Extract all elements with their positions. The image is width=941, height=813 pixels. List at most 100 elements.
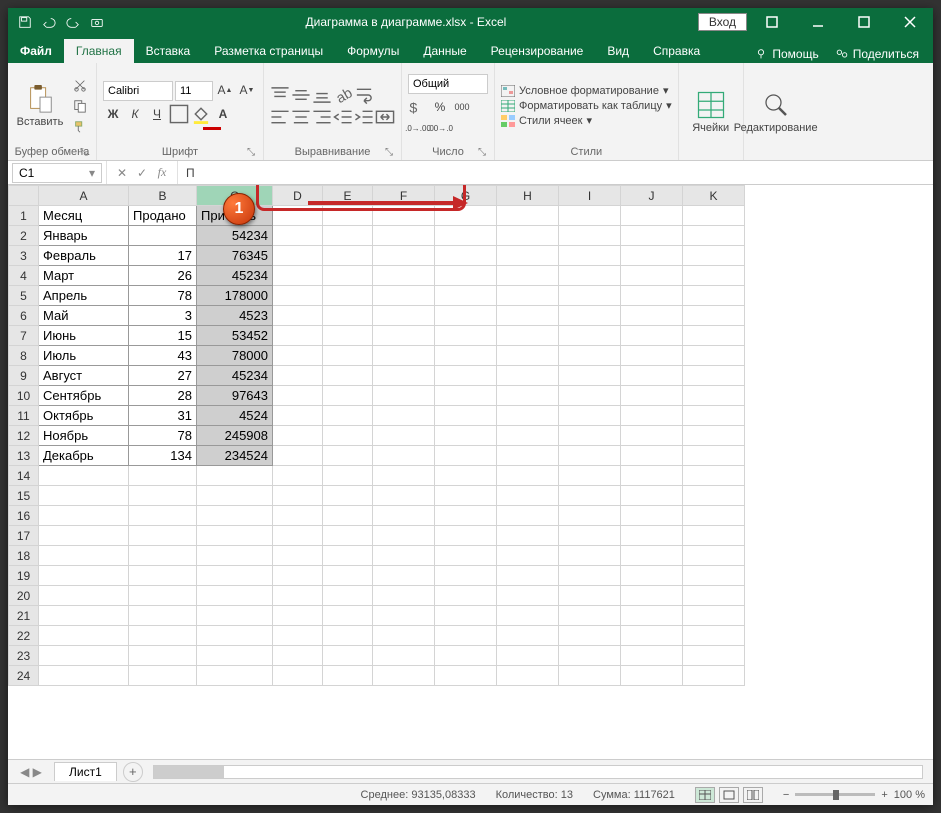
increase-decimal-icon[interactable]: .0→.00 xyxy=(408,120,428,138)
cell-G2[interactable] xyxy=(435,226,497,246)
cell-G8[interactable] xyxy=(435,346,497,366)
cell-K6[interactable] xyxy=(683,306,745,326)
row-header-16[interactable]: 16 xyxy=(9,506,39,526)
paste-button[interactable]: Вставить xyxy=(14,71,66,141)
tab-home[interactable]: Главная xyxy=(64,39,134,63)
tab-page-layout[interactable]: Разметка страницы xyxy=(202,39,335,63)
cell-J22[interactable] xyxy=(621,626,683,646)
row-header-23[interactable]: 23 xyxy=(9,646,39,666)
orientation-icon[interactable]: ab xyxy=(333,86,353,104)
cell-G3[interactable] xyxy=(435,246,497,266)
cell-I7[interactable] xyxy=(559,326,621,346)
cell-E7[interactable] xyxy=(323,326,373,346)
cell-H7[interactable] xyxy=(497,326,559,346)
cell-F13[interactable] xyxy=(373,446,435,466)
cell-B2[interactable] xyxy=(129,226,197,246)
cell-D5[interactable] xyxy=(273,286,323,306)
italic-button[interactable]: К xyxy=(125,105,145,123)
cell-J3[interactable] xyxy=(621,246,683,266)
cell-C16[interactable] xyxy=(197,506,273,526)
cell-E21[interactable] xyxy=(323,606,373,626)
font-color-icon[interactable]: A xyxy=(213,105,233,123)
cut-icon[interactable] xyxy=(70,76,90,94)
cell-E2[interactable] xyxy=(323,226,373,246)
cell-C11[interactable]: 4524 xyxy=(197,406,273,426)
cell-D8[interactable] xyxy=(273,346,323,366)
cell-E11[interactable] xyxy=(323,406,373,426)
row-header-11[interactable]: 11 xyxy=(9,406,39,426)
cell-J15[interactable] xyxy=(621,486,683,506)
row-header-10[interactable]: 10 xyxy=(9,386,39,406)
align-top-icon[interactable] xyxy=(270,86,290,104)
align-right-icon[interactable] xyxy=(312,108,332,126)
cell-B16[interactable] xyxy=(129,506,197,526)
camera-icon[interactable] xyxy=(86,11,108,33)
cell-K16[interactable] xyxy=(683,506,745,526)
cell-A1[interactable]: Месяц xyxy=(39,206,129,226)
row-header-5[interactable]: 5 xyxy=(9,286,39,306)
formula-input[interactable]: П xyxy=(178,166,933,180)
cell-F12[interactable] xyxy=(373,426,435,446)
row-header-13[interactable]: 13 xyxy=(9,446,39,466)
spreadsheet-grid[interactable]: ABCDEFGHIJK1МесяцПроданоПрибыль2Январь54… xyxy=(8,185,933,759)
cell-E19[interactable] xyxy=(323,566,373,586)
cell-C2[interactable]: 54234 xyxy=(197,226,273,246)
cell-I18[interactable] xyxy=(559,546,621,566)
cell-D4[interactable] xyxy=(273,266,323,286)
cell-D6[interactable] xyxy=(273,306,323,326)
row-header-19[interactable]: 19 xyxy=(9,566,39,586)
cell-I15[interactable] xyxy=(559,486,621,506)
cell-I17[interactable] xyxy=(559,526,621,546)
cell-K12[interactable] xyxy=(683,426,745,446)
cell-G24[interactable] xyxy=(435,666,497,686)
cell-G18[interactable] xyxy=(435,546,497,566)
align-left-icon[interactable] xyxy=(270,108,290,126)
cell-H19[interactable] xyxy=(497,566,559,586)
row-header-20[interactable]: 20 xyxy=(9,586,39,606)
cell-F3[interactable] xyxy=(373,246,435,266)
cell-C10[interactable]: 97643 xyxy=(197,386,273,406)
cell-G6[interactable] xyxy=(435,306,497,326)
cell-H23[interactable] xyxy=(497,646,559,666)
number-dialog-launcher-icon[interactable] xyxy=(478,146,490,158)
cell-J13[interactable] xyxy=(621,446,683,466)
cell-J5[interactable] xyxy=(621,286,683,306)
cell-B9[interactable]: 27 xyxy=(129,366,197,386)
select-all-corner[interactable] xyxy=(9,186,39,206)
tab-formulas[interactable]: Формулы xyxy=(335,39,411,63)
cell-H16[interactable] xyxy=(497,506,559,526)
column-header-B[interactable]: B xyxy=(129,186,197,206)
cell-D12[interactable] xyxy=(273,426,323,446)
cell-C18[interactable] xyxy=(197,546,273,566)
cell-K3[interactable] xyxy=(683,246,745,266)
row-header-2[interactable]: 2 xyxy=(9,226,39,246)
cell-B13[interactable]: 134 xyxy=(129,446,197,466)
cell-B4[interactable]: 26 xyxy=(129,266,197,286)
cell-E6[interactable] xyxy=(323,306,373,326)
cell-F11[interactable] xyxy=(373,406,435,426)
cell-K17[interactable] xyxy=(683,526,745,546)
merge-cells-icon[interactable] xyxy=(375,108,395,126)
cell-H15[interactable] xyxy=(497,486,559,506)
cell-G7[interactable] xyxy=(435,326,497,346)
cell-E20[interactable] xyxy=(323,586,373,606)
copy-icon[interactable] xyxy=(70,97,90,115)
cell-D13[interactable] xyxy=(273,446,323,466)
cell-A23[interactable] xyxy=(39,646,129,666)
cell-F18[interactable] xyxy=(373,546,435,566)
cell-E14[interactable] xyxy=(323,466,373,486)
cell-F8[interactable] xyxy=(373,346,435,366)
cell-I2[interactable] xyxy=(559,226,621,246)
cell-E4[interactable] xyxy=(323,266,373,286)
cell-E12[interactable] xyxy=(323,426,373,446)
cell-K1[interactable] xyxy=(683,206,745,226)
cell-F10[interactable] xyxy=(373,386,435,406)
row-header-6[interactable]: 6 xyxy=(9,306,39,326)
tell-me-button[interactable]: Помощь xyxy=(748,45,824,63)
sheet-tab-active[interactable]: Лист1 xyxy=(54,762,117,781)
cell-B14[interactable] xyxy=(129,466,197,486)
number-format-select[interactable] xyxy=(408,74,488,94)
decrease-font-icon[interactable]: A▼ xyxy=(237,81,257,99)
cell-F24[interactable] xyxy=(373,666,435,686)
cell-K8[interactable] xyxy=(683,346,745,366)
